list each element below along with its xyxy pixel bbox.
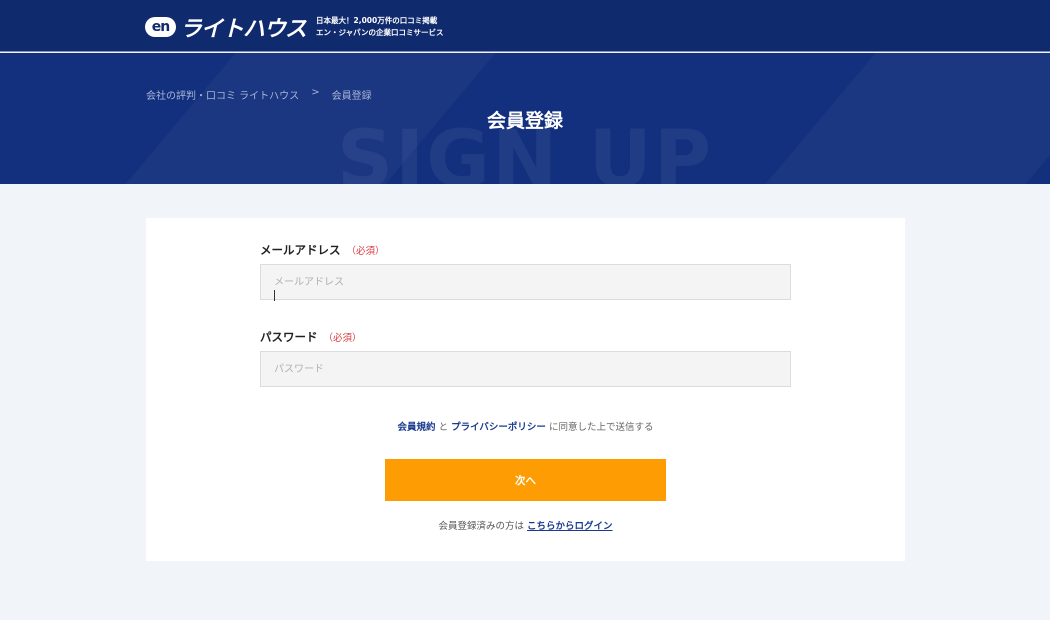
login-prompt-text: 会員登録済みの方は	[438, 521, 524, 532]
site-logo[interactable]: en ライトハウス 日本最大！2,000万件の口コミ掲載 エン・ジャパンの企業口…	[145, 11, 444, 43]
password-required-badge: （必須）	[323, 333, 362, 344]
password-label: パスワード （必須）	[260, 329, 362, 345]
header-tagline: 日本最大！2,000万件の口コミ掲載 エン・ジャパンの企業口コミサービス	[316, 15, 444, 39]
agreement-suffix: に同意した上で送信する	[548, 422, 654, 433]
email-label: メールアドレス （必須）	[260, 242, 385, 258]
breadcrumb: 会社の評判・口コミ ライトハウス > 会員登録	[146, 87, 372, 102]
password-field-wrapper	[260, 351, 791, 387]
email-field-wrapper	[260, 264, 791, 301]
login-prompt: 会員登録済みの方は こちらからログイン	[146, 518, 905, 532]
breadcrumb-current: 会員登録	[331, 91, 372, 102]
email-required-badge: （必須）	[346, 246, 385, 257]
terms-link[interactable]: 会員規約	[398, 422, 436, 433]
agreement-and: と	[438, 422, 449, 433]
text-cursor	[274, 290, 275, 301]
login-link[interactable]: こちらからログイン	[527, 521, 613, 532]
agreement-text: 会員規約 と プライバシーポリシー に同意した上で送信する	[146, 419, 905, 433]
tagline-line-1: 日本最大！2,000万件の口コミ掲載	[316, 16, 438, 25]
logo-wordmark: ライトハウス	[180, 17, 307, 42]
en-logo-icon: en	[145, 17, 176, 37]
password-label-text: パスワード	[260, 330, 318, 344]
email-label-text: メールアドレス	[260, 243, 341, 257]
page-title: 会員登録	[486, 110, 563, 132]
breadcrumb-home-link[interactable]: 会社の評判・口コミ ライトハウス	[146, 87, 299, 102]
tagline-line-2: エン・ジャパンの企業口コミサービス	[316, 28, 444, 37]
privacy-policy-link[interactable]: プライバシーポリシー	[451, 422, 546, 433]
breadcrumb-separator: >	[311, 87, 320, 98]
hero-banner: SIGN UP 会社の評判・口コミ ライトハウス > 会員登録 会員登録	[0, 53, 1050, 184]
next-button[interactable]: 次へ	[385, 459, 666, 501]
site-header: en ライトハウス 日本最大！2,000万件の口コミ掲載 エン・ジャパンの企業口…	[0, 0, 1050, 52]
email-input[interactable]	[261, 265, 790, 299]
password-input[interactable]	[261, 352, 790, 386]
signup-form-card: メールアドレス （必須） パスワード （必須） 会員規約 と プライバシーポリシー …	[146, 218, 905, 561]
